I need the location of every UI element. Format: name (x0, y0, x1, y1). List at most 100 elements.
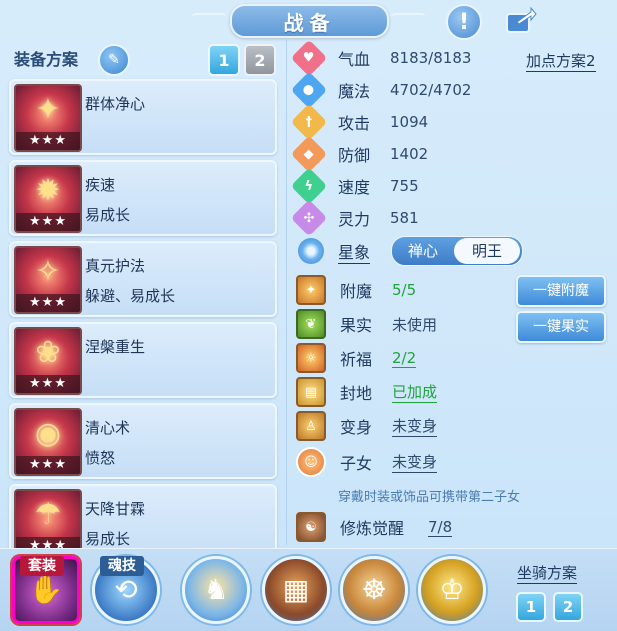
attr-label: 气血 (338, 50, 371, 69)
skill-slot-1[interactable]: ♞ (182, 556, 250, 624)
swirl-icon: ⟲ (114, 573, 138, 606)
equip-plan-title: 装备方案 (14, 50, 79, 69)
status-label: 变身 (340, 418, 373, 437)
leaf-icon: ❦ (296, 309, 326, 339)
mount-plan-tab-2[interactable]: 2 (553, 592, 583, 622)
equip-card-5[interactable]: ◉ ★★★ 清心术 愤怒 (9, 403, 277, 479)
skill-slot-4[interactable]: ♔ (418, 556, 486, 624)
title-ornament-left (192, 13, 226, 21)
phoenix-icon: ❀ ★★★ (14, 327, 82, 395)
status-value[interactable]: 未变身 (392, 451, 438, 473)
attr-row-mp: ● 魔法 4702/4702 (290, 71, 472, 109)
attr-label: 攻击 (338, 114, 371, 133)
status-value: 未使用 (392, 315, 438, 334)
star-sign-option-mingwang[interactable]: 明王 (454, 238, 520, 264)
transform-icon: ♙ (296, 411, 326, 441)
attr-value: 581 (390, 209, 419, 227)
status-value[interactable]: 7/8 (428, 518, 453, 537)
blessing-icon: ☼ (296, 343, 326, 373)
sword-icon: † (290, 103, 328, 141)
rain-god-icon: ☂ ★★★ (14, 489, 82, 557)
status-label: 修炼觉醒 (340, 519, 405, 538)
equip-card-3[interactable]: ✧ ★★★ 真元护法 躲避、易成长 (9, 241, 277, 317)
status-label: 果实 (340, 316, 373, 335)
equip-name: 真元护法 (85, 257, 146, 275)
star-sign-icon (298, 238, 324, 264)
status-value: 5/5 (392, 281, 417, 299)
status-row-transform: ♙ 变身 未变身 (296, 411, 438, 441)
lightning-icon: ϟ (290, 167, 328, 205)
flame-ring-icon: ◉ ★★★ (14, 408, 82, 476)
warrior-icon: ♞ (203, 573, 229, 606)
equip-name: 天降甘霖 (85, 500, 146, 518)
attr-row-hp: ♥ 气血 8183/8183 (290, 39, 472, 77)
mount-plan-tab-1[interactable]: 1 (516, 592, 546, 622)
fruit-all-button[interactable]: 一键果实 (516, 311, 606, 343)
star-rating: ★★★ (16, 294, 80, 312)
battle-prep-panel: 战备 ! 装备方案 ✎ 1 2 ✦ ★★★ 群体净心 ✹ ★★★ 疾速 易成长 ✧ ★… (0, 0, 617, 631)
attr-label: 防御 (338, 146, 371, 165)
star-rating: ★★★ (16, 375, 80, 393)
monk-icon: ☸ (361, 573, 387, 606)
attr-value: 755 (390, 177, 419, 195)
status-value[interactable]: 未变身 (392, 415, 438, 437)
attr-row-attack: † 攻击 1094 (290, 103, 429, 141)
equip-card-2[interactable]: ✹ ★★★ 疾速 易成长 (9, 160, 277, 236)
title-banner: 战备 (230, 4, 389, 38)
star-sign-option-zen[interactable]: 禅心 (392, 237, 454, 265)
mana-icon: ● (290, 71, 328, 109)
attr-value: 1094 (390, 113, 429, 131)
equip-trait: 易成长 (85, 206, 131, 224)
attr-label: 魔法 (338, 82, 371, 101)
equip-name: 涅槃重生 (85, 338, 146, 356)
status-row-cultivation: ☯ 修炼觉醒 7/8 (296, 512, 453, 542)
status-row-fruit: ❦ 果实 未使用 (296, 309, 437, 339)
child-icon: ☺ (296, 447, 326, 477)
star-sign-toggle[interactable]: 禅心 明王 (391, 236, 523, 266)
status-label: 封地 (340, 384, 373, 403)
share-icon[interactable] (505, 4, 537, 36)
attr-value: 1402 (390, 145, 429, 163)
status-label: 祈福 (340, 350, 373, 369)
attr-row-defense: ◆ 防御 1402 (290, 135, 429, 173)
status-row-blessing: ☼ 祈福 2/2 (296, 343, 417, 373)
status-label: 子女 (340, 454, 373, 473)
mount-plan-title[interactable]: 坐骑方案 (517, 562, 578, 584)
exclamation-icon[interactable]: ! (446, 4, 482, 40)
column-divider (286, 40, 287, 545)
equip-card-4[interactable]: ❀ ★★★ 涅槃重生 (9, 322, 277, 398)
suit-label: 套装 (20, 556, 64, 576)
equip-trait: 愤怒 (85, 449, 116, 467)
equip-list: ✦ ★★★ 群体净心 ✹ ★★★ 疾速 易成长 ✧ ★★★ 真元护法 躲避、易成长 ❀… (9, 79, 277, 565)
star-rating: ★★★ (16, 213, 80, 231)
star-sign-label[interactable]: 星象 (338, 239, 371, 264)
equip-plan-tab-1[interactable]: 1 (208, 44, 240, 76)
page-title: 战备 (283, 10, 336, 35)
skill-slot-2[interactable]: ▦ (262, 556, 330, 624)
point-plan-link[interactable]: 加点方案2 (526, 50, 596, 72)
status-value[interactable]: 2/2 (392, 349, 417, 368)
star-rating: ★★★ (16, 456, 80, 474)
attr-value: 8183/8183 (390, 49, 472, 67)
star-rating: ★★★ (16, 132, 80, 150)
attr-label: 速度 (338, 178, 371, 197)
skill-slot-3[interactable]: ☸ (340, 556, 408, 624)
equip-card-1[interactable]: ✦ ★★★ 群体净心 (9, 79, 277, 155)
enchant-icon: ✦ (296, 275, 326, 305)
crystal-hand-icon: ✋ (28, 573, 64, 606)
pen-icon[interactable]: ✎ (98, 44, 130, 76)
spirit-icon: ✣ (290, 199, 328, 237)
status-value[interactable]: 已加成 (392, 381, 438, 403)
attr-row-spirit: ✣ 灵力 581 (290, 199, 419, 237)
chest-icon: ▦ (282, 573, 310, 606)
attr-value: 4702/4702 (390, 81, 472, 99)
title-ornament-right (391, 13, 425, 21)
sage-icon: ♔ (439, 573, 465, 606)
equip-plan-tab-2[interactable]: 2 (244, 44, 276, 76)
crimson-seal-icon: ✦ ★★★ (14, 84, 82, 152)
golden-beast-icon: ✹ ★★★ (14, 165, 82, 233)
equip-name: 清心术 (85, 419, 131, 437)
enchant-all-button[interactable]: 一键附魔 (516, 275, 606, 307)
status-label: 附魔 (340, 282, 373, 301)
shield-icon: ◆ (290, 135, 328, 173)
